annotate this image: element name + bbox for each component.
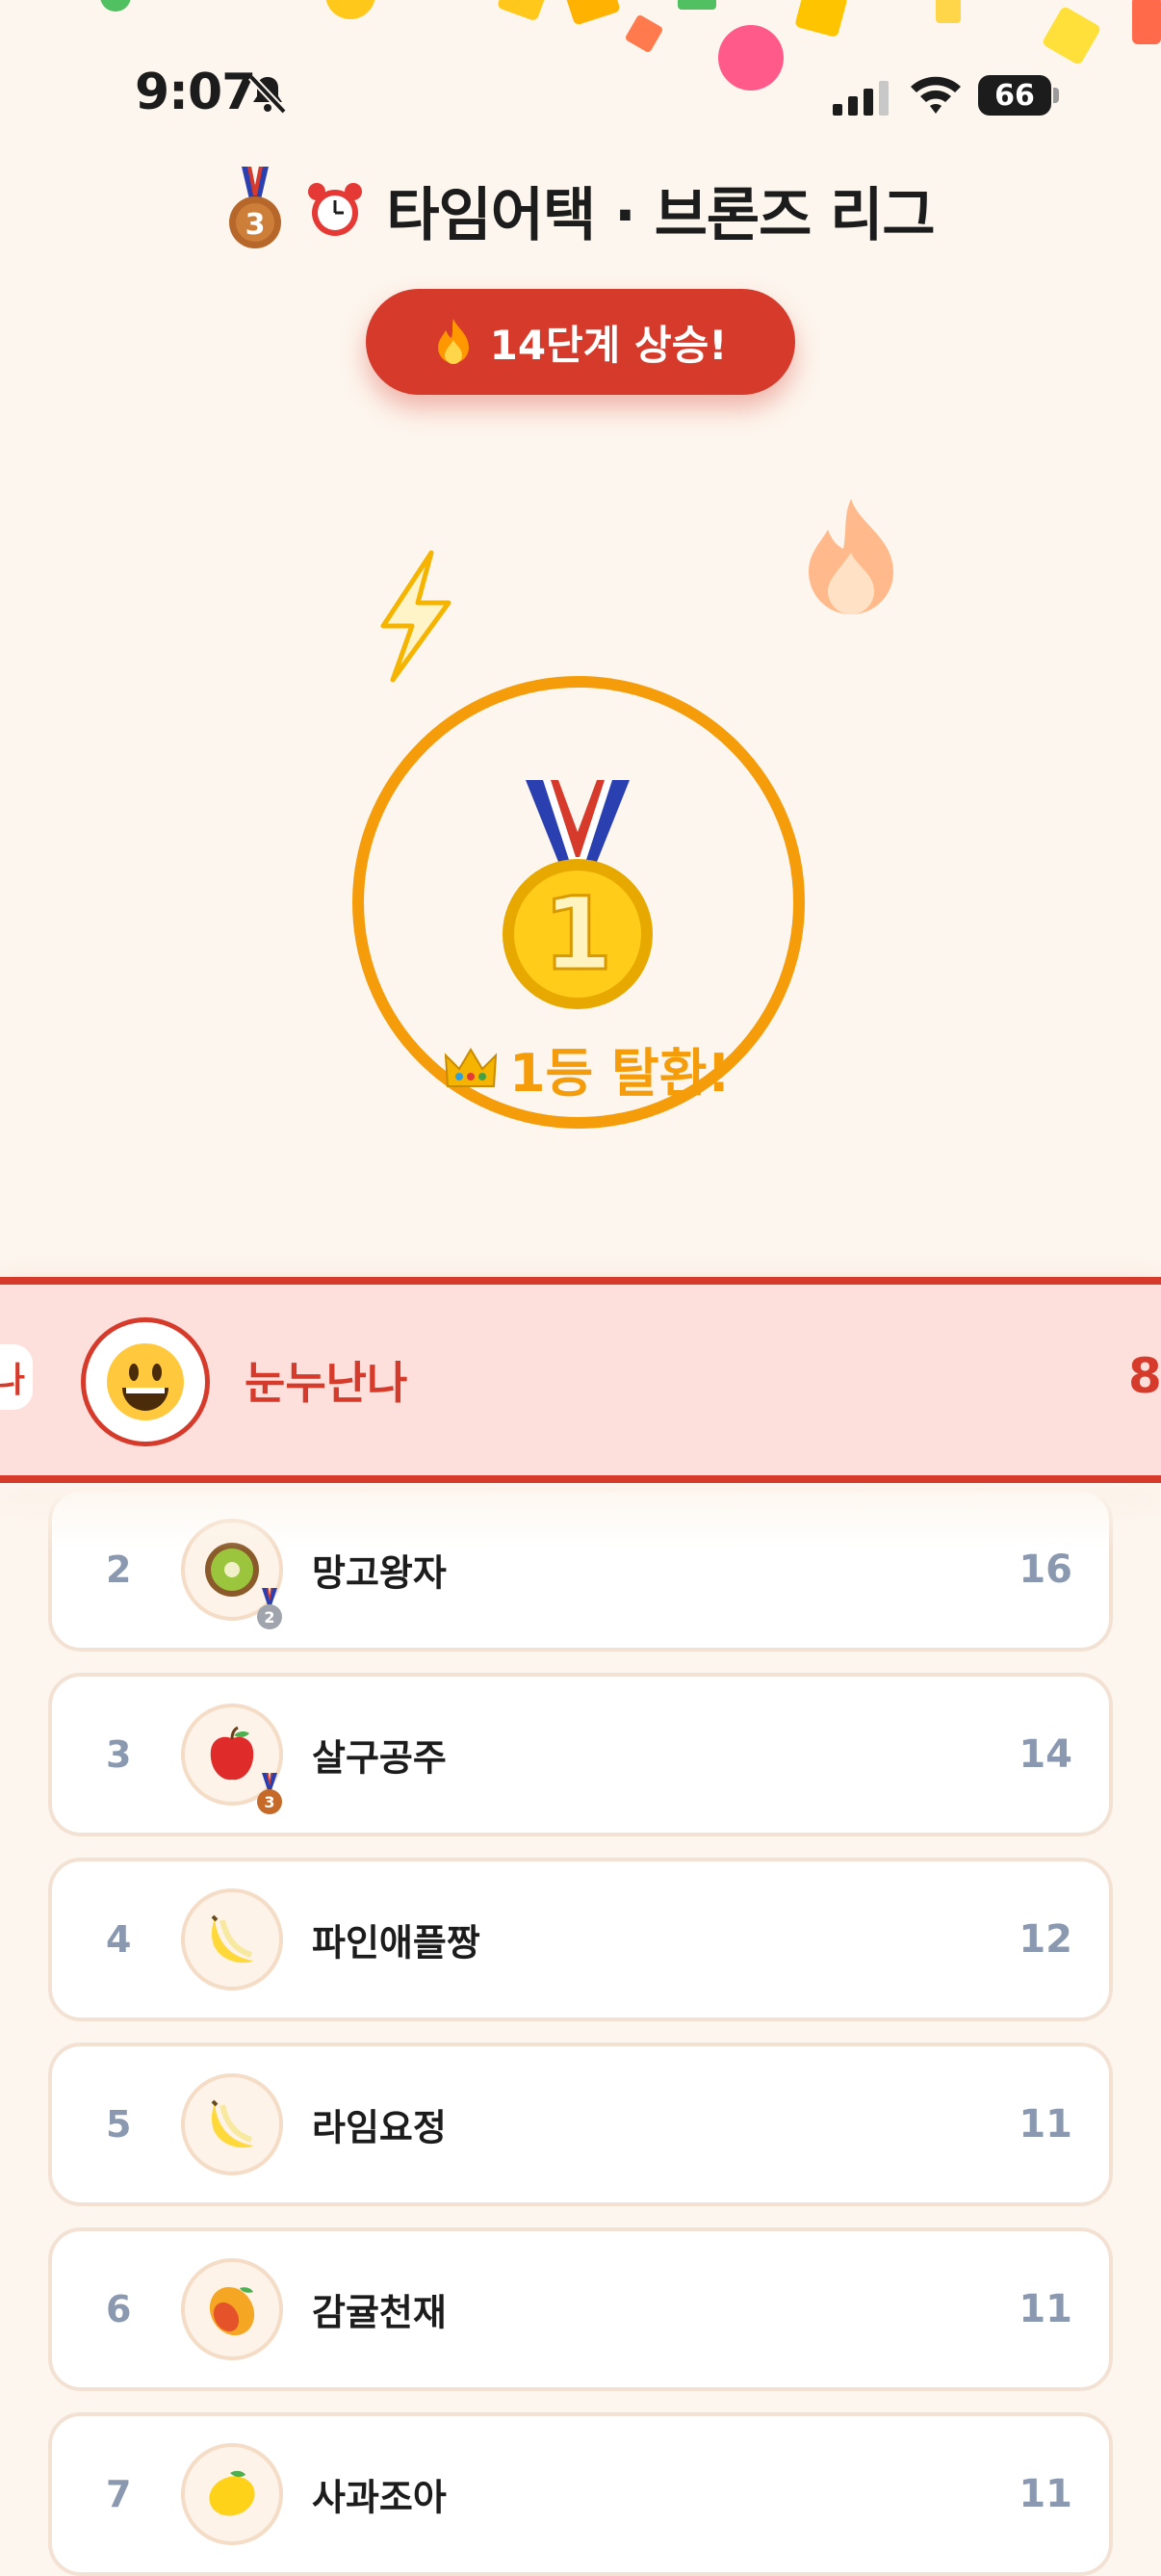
battery-level: 66 [978, 75, 1051, 116]
fire-icon [437, 319, 469, 364]
row-score: 11 [1019, 2102, 1072, 2147]
row-name: 사과조아 [312, 2476, 447, 2519]
rank-medal-badge-icon: 3 [254, 1773, 285, 1815]
row-name: 망고왕자 [312, 1551, 447, 1595]
row-rank: 2 [106, 1548, 132, 1591]
row-rank: 3 [106, 1733, 132, 1776]
row-score: 14 [1019, 1732, 1072, 1777]
rank-rise-label: 14단계 상승! [489, 321, 728, 369]
leaderboard-row[interactable]: 5 라임요정 11 [48, 2043, 1113, 2206]
my-name: 눈누난나 [245, 1357, 408, 1409]
row-name: 라임요정 [312, 2106, 447, 2149]
lemon-avatar-icon [181, 2443, 283, 2545]
row-rank: 5 [106, 2103, 132, 2146]
alarm-clock-icon [308, 183, 363, 236]
leaderboard-row[interactable]: 7 사과조아 11 [48, 2412, 1113, 2576]
mango-avatar-icon [181, 2258, 283, 2360]
row-rank: 7 [106, 2473, 132, 2515]
row-score: 16 [1019, 1548, 1072, 1592]
svg-text:3: 3 [245, 208, 266, 242]
list-fade [0, 1483, 1161, 1550]
row-rank: 4 [106, 1918, 132, 1961]
league-header: 3 타임어택 · 브론즈 리그 [0, 162, 1161, 258]
row-score: 11 [1019, 2472, 1072, 2516]
status-time: 9:07 [135, 64, 256, 121]
battery-icon: 66 [978, 75, 1059, 116]
crown-icon [444, 1047, 498, 1087]
my-score: 8 [1128, 1348, 1161, 1404]
my-avatar [81, 1317, 210, 1446]
svg-text:3: 3 [264, 1793, 274, 1811]
bell-muted-icon [248, 74, 287, 115]
bronze-medal-icon: 3 [229, 167, 282, 248]
rank-medal-badge-icon: 2 [254, 1588, 285, 1630]
wifi-icon [911, 76, 961, 114]
leaderboard-row[interactable]: 6 감귤천재 11 [48, 2227, 1113, 2391]
svg-text:2: 2 [264, 1608, 274, 1626]
flame-icon [809, 499, 893, 614]
lightning-icon [380, 550, 452, 683]
row-name: 살구공주 [312, 1736, 447, 1780]
row-name: 파인애플짱 [312, 1921, 480, 1965]
gold-medal-icon: 1 [503, 780, 653, 1009]
banana-avatar-icon [181, 1888, 283, 1991]
row-rank: 6 [106, 2288, 132, 2330]
rank-rise-pill: 14단계 상승! [366, 289, 795, 395]
rank-result-text: 1등 탈환! [508, 1043, 732, 1104]
row-score: 12 [1019, 1917, 1072, 1962]
rank-result: 1등 탈환! [424, 1030, 751, 1106]
grinning-face-icon [107, 1343, 184, 1420]
previous-row-fragment: 나 [0, 1344, 33, 1410]
banana-avatar-icon [181, 2073, 283, 2175]
row-score: 11 [1019, 2287, 1072, 2331]
league-title: 타임어택 · 브론즈 리그 [386, 181, 935, 249]
medal-number: 1 [543, 875, 612, 993]
row-name: 감귤천재 [312, 2291, 447, 2334]
signal-icon [833, 81, 889, 116]
leaderboard-row[interactable]: 4 파인애플짱 12 [48, 1858, 1113, 2021]
leaderboard-row[interactable]: 3 3 살구공주 14 [48, 1673, 1113, 1836]
